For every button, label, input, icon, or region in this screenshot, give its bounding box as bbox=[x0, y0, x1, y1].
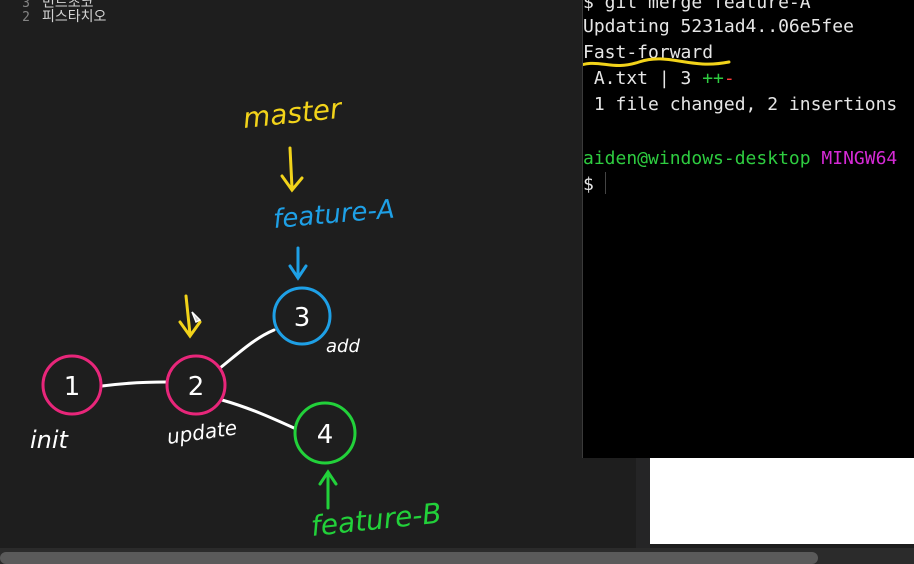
update-label: update bbox=[165, 415, 238, 449]
feature-b-arrow-icon bbox=[318, 469, 338, 510]
commit-node-3-label: 3 bbox=[294, 303, 311, 333]
file-stat-plus: ++ bbox=[702, 68, 724, 89]
commit-node-2-label: 2 bbox=[188, 372, 205, 402]
file-stat-minus: - bbox=[723, 68, 735, 89]
edge-2-3 bbox=[218, 328, 276, 370]
master-arrow-icon bbox=[280, 146, 304, 193]
edge-1-2 bbox=[100, 380, 168, 388]
add-label: add bbox=[326, 336, 360, 357]
master-label: master bbox=[241, 92, 344, 135]
prompt-user: aiden@windows-desktop bbox=[583, 148, 811, 169]
commit-node-1-label: 1 bbox=[64, 372, 81, 402]
horizontal-scrollbar-thumb[interactable] bbox=[0, 552, 818, 564]
file-stat-name: A.txt | 3 bbox=[583, 68, 703, 89]
pen-cursor-icon bbox=[191, 311, 202, 324]
background-window bbox=[650, 458, 914, 544]
terminal-prompt: aiden@windows-desktop MINGW64 bbox=[583, 146, 897, 172]
feature-a-arrow-icon bbox=[288, 246, 308, 281]
git-branch-drawing: 1 2 3 4 master feature-A init update add… bbox=[30, 92, 443, 543]
feature-a-label: feature-A bbox=[272, 194, 396, 234]
init-label: init bbox=[30, 426, 70, 454]
terminal-output-updating: Updating 5231ad4..06e5fee bbox=[583, 16, 854, 37]
terminal-cursor bbox=[605, 172, 606, 194]
terminal-window[interactable]: $ git merge feature-A Updating 5231ad4..… bbox=[582, 0, 914, 458]
terminal-prompt-symbol[interactable]: $ bbox=[583, 172, 594, 198]
commit-node-4-label: 4 bbox=[317, 420, 334, 450]
prompt-env: MINGW64 bbox=[810, 148, 898, 169]
terminal-output-summary: 1 file changed, 2 insertions bbox=[583, 94, 898, 115]
terminal-output-file-stat: A.txt | 3 ++- bbox=[583, 66, 735, 92]
